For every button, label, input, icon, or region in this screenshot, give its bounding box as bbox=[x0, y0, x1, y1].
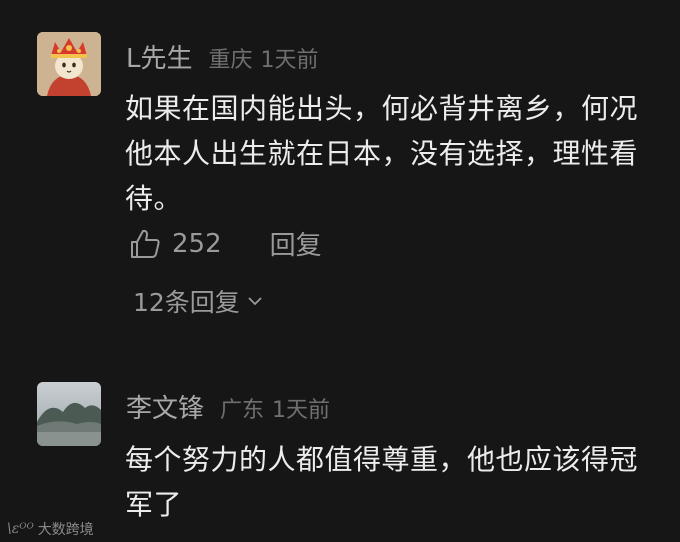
watermark-logo: \ɛᴼᴼ bbox=[7, 521, 34, 537]
comment-text: 如果在国内能出头，何必背井离乡，何况他本人出生就在日本，没有选择，理性看待。 bbox=[125, 92, 639, 215]
timestamp: 1天前 bbox=[260, 48, 319, 73]
location: 广东 bbox=[220, 398, 265, 423]
comment-actions: 252 回复 bbox=[128, 225, 322, 262]
comment-meta: 李文锋 广东 1天前 bbox=[126, 388, 330, 425]
avatar[interactable] bbox=[37, 32, 101, 96]
like-count[interactable]: 252 bbox=[172, 229, 222, 259]
username[interactable]: L先生 bbox=[126, 38, 193, 75]
reply-button[interactable]: 回复 bbox=[270, 225, 322, 262]
thumbs-up-icon[interactable] bbox=[128, 227, 162, 261]
timestamp: 1天前 bbox=[272, 398, 331, 423]
avatar-cat-illustration bbox=[37, 32, 101, 96]
comment-meta: L先生 重庆 1天前 bbox=[126, 38, 319, 75]
username[interactable]: 李文锋 bbox=[126, 388, 204, 425]
avatar-landscape-photo bbox=[37, 382, 101, 446]
watermark-text: 大数跨境 bbox=[37, 522, 94, 538]
location: 重庆 bbox=[208, 48, 253, 73]
watermark: \ɛᴼᴼ 大数跨境 bbox=[7, 519, 94, 539]
replies-label: 12条回复 bbox=[133, 288, 240, 317]
view-replies-button[interactable]: 12条回复 bbox=[133, 283, 264, 319]
chevron-down-icon bbox=[248, 297, 262, 306]
avatar[interactable] bbox=[37, 382, 101, 446]
comment-text: 每个努力的人都值得尊重，他也应该得冠军了 bbox=[125, 443, 639, 521]
